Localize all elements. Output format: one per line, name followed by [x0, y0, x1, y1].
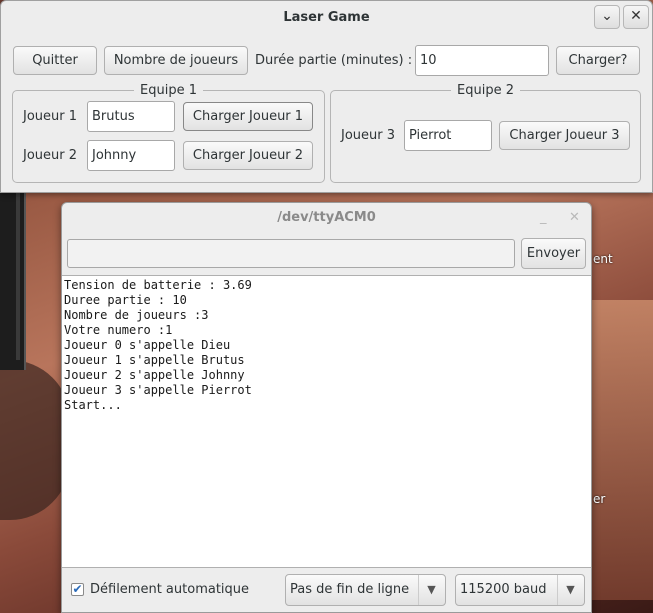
load-player3-button[interactable]: Charger Joueur 3 — [499, 121, 630, 150]
quit-button[interactable]: Quitter — [13, 46, 97, 75]
duration-input[interactable]: 10 — [415, 45, 549, 76]
background-terminal-edge — [0, 190, 26, 370]
check-icon: ✔ — [72, 582, 83, 596]
background-window-text: ent — [593, 252, 613, 266]
background-window-text: er — [593, 492, 606, 506]
bottom-bar: ✔ Défilement automatique Pas de fin de l… — [62, 570, 591, 612]
player2-name-input[interactable]: Johnny — [87, 140, 175, 171]
player2-label: Joueur 2 — [23, 148, 78, 163]
console-line: Joueur 1 s'appelle Brutus — [64, 353, 245, 367]
autoscroll-checkbox[interactable]: ✔ — [71, 583, 84, 596]
load-player2-button[interactable]: Charger Joueur 2 — [183, 141, 313, 170]
console-line: Joueur 3 s'appelle Pierrot — [64, 383, 252, 397]
players-count-button[interactable]: Nombre de joueurs — [104, 46, 248, 75]
baud-rate-select[interactable]: 115200 baud ▼ — [455, 574, 585, 606]
chevron-down-icon: ▼ — [418, 575, 444, 605]
close-button[interactable]: ✕ — [623, 5, 649, 29]
console-line: Votre numero :1 — [64, 323, 173, 337]
title-bar: /dev/ttyACM0 _ ✕ — [62, 203, 591, 235]
console-line: Joueur 2 s'appelle Johnny — [64, 368, 245, 382]
player1-name-input[interactable]: Brutus — [87, 101, 175, 132]
load-player1-button[interactable]: Charger Joueur 1 — [183, 102, 313, 131]
scrollbar — [16, 190, 20, 360]
player1-label: Joueur 1 — [23, 109, 78, 124]
desktop-wallpaper-shape — [0, 360, 70, 520]
serial-monitor-window: /dev/ttyACM0 _ ✕ Envoyer Tension de batt… — [61, 202, 592, 613]
player3-name-input[interactable]: Pierrot — [404, 120, 492, 151]
window-title: Laser Game — [283, 10, 370, 25]
team1-title: Equipe 1 — [140, 83, 197, 98]
close-icon: ✕ — [630, 8, 642, 24]
laser-game-window: Laser Game ⌄ ✕ Quitter Nombre de joueurs… — [0, 0, 653, 193]
console-line: Duree partie : 10 — [64, 293, 187, 307]
autoscroll-label: Défilement automatique — [90, 582, 250, 597]
title-bar: Laser Game ⌄ ✕ — [1, 1, 652, 35]
player3-label: Joueur 3 — [341, 128, 396, 143]
minimize-button[interactable]: ⌄ — [594, 5, 620, 29]
close-button[interactable]: ✕ — [569, 203, 580, 233]
send-button[interactable]: Envoyer — [521, 238, 586, 269]
console-line: Start... — [64, 398, 122, 412]
load-button[interactable]: Charger? — [556, 46, 640, 75]
console-line: Tension de batterie : 3.69 — [64, 278, 252, 292]
minimize-icon: ⌄ — [601, 8, 613, 24]
line-ending-select[interactable]: Pas de fin de ligne ▼ — [285, 574, 446, 606]
serial-output: Tension de batterie : 3.69 Duree partie … — [62, 275, 591, 568]
baud-rate-value: 115200 baud — [460, 582, 547, 597]
chevron-down-icon: ▼ — [557, 575, 583, 605]
duration-label: Durée partie (minutes) : — [255, 53, 413, 68]
window-title: /dev/ttyACM0 — [277, 210, 376, 225]
serial-input[interactable] — [67, 239, 515, 268]
team2-title: Equipe 2 — [457, 83, 514, 98]
minimize-button[interactable]: _ — [540, 203, 547, 233]
line-ending-value: Pas de fin de ligne — [290, 582, 410, 597]
console-line: Joueur 0 s'appelle Dieu — [64, 338, 231, 352]
desktop-wallpaper-shape — [590, 300, 653, 600]
console-line: Nombre de joueurs :3 — [64, 308, 209, 322]
